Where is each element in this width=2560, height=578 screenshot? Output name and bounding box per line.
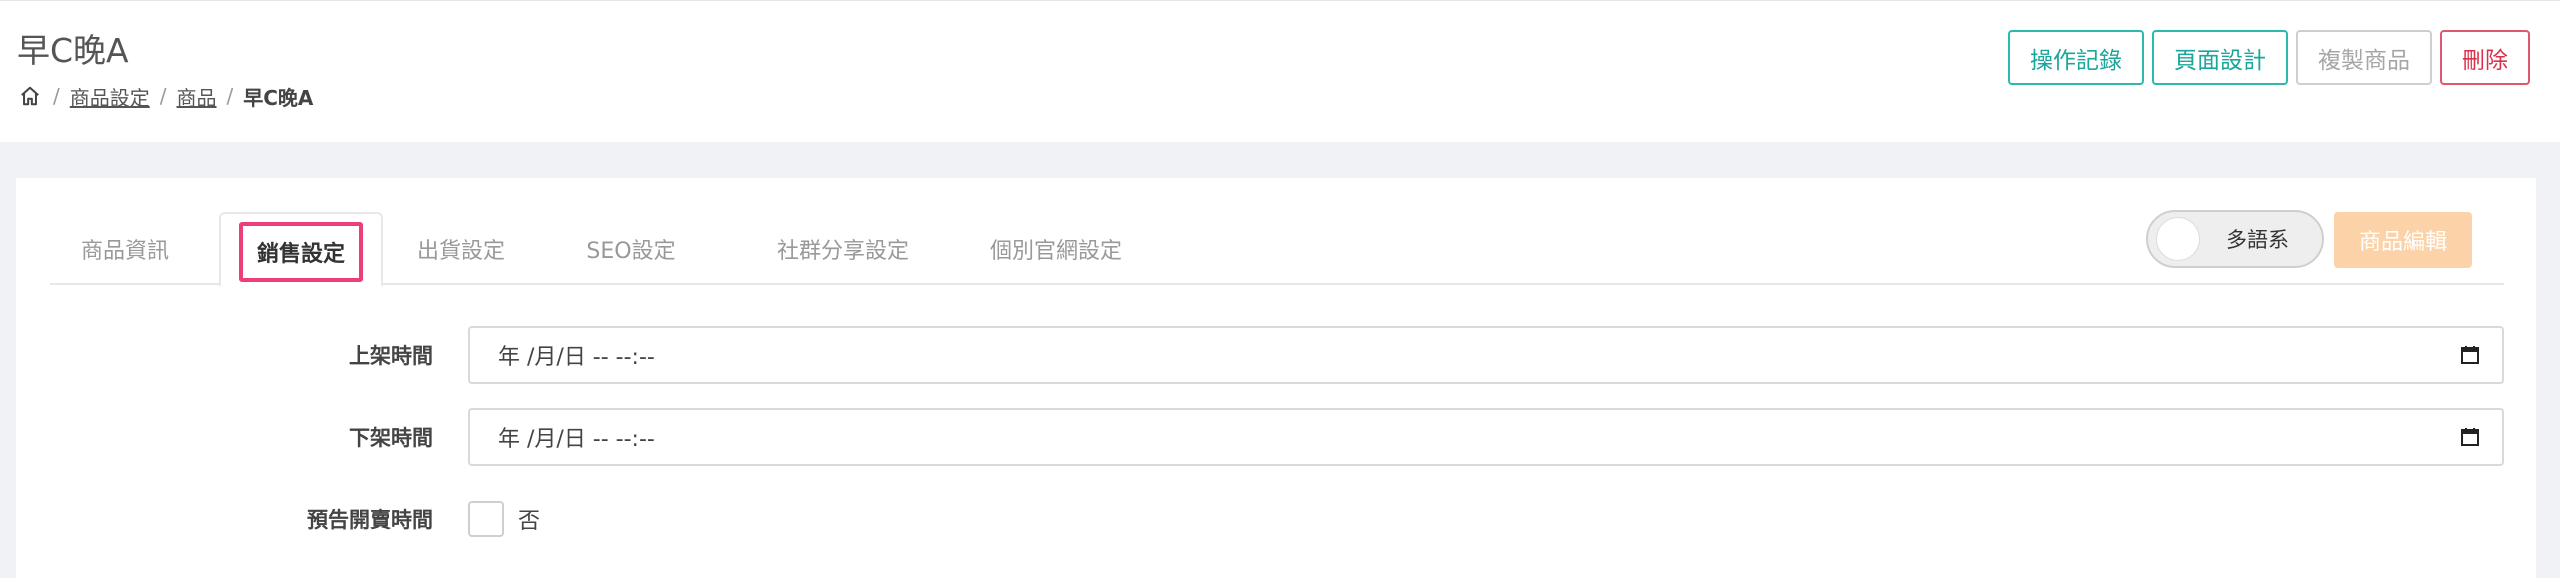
unpublish-time-value: 年 /月/日 -- --:-- xyxy=(498,427,655,452)
form-row-unpublish-time: 下架時間 年 /月/日 -- --:-- xyxy=(16,408,2536,466)
breadcrumb: / 商品設定 / 商品 / 早C晚A xyxy=(17,81,313,111)
tab-bar: 商品資訊 銷售設定 出貨設定 SEO設定 社群分享設定 個別官網設定 xyxy=(50,212,2504,287)
tab-label: SEO設定 xyxy=(586,238,676,264)
calendar-icon[interactable] xyxy=(2460,345,2480,365)
tab-shipping-settings[interactable]: 出貨設定 xyxy=(386,212,536,285)
tab-site-settings[interactable]: 個別官網設定 xyxy=(961,212,1151,285)
tab-product-info[interactable]: 商品資訊 xyxy=(50,212,200,285)
preorder-checkbox-label[interactable]: 否 xyxy=(518,503,540,535)
tab-label: 銷售設定 xyxy=(238,221,363,282)
form-row-publish-time: 上架時間 年 /月/日 -- --:-- xyxy=(16,326,2536,384)
breadcrumb-current: 早C晚A xyxy=(243,85,314,110)
page-title: 早C晚A xyxy=(17,31,129,70)
calendar-icon[interactable] xyxy=(2460,427,2480,447)
tab-seo-settings[interactable]: SEO設定 xyxy=(556,212,706,285)
history-button[interactable]: 操作記錄 xyxy=(2008,30,2144,85)
tab-label: 出貨設定 xyxy=(416,238,505,264)
tab-label: 個別官網設定 xyxy=(989,238,1122,264)
tab-social-share-settings[interactable]: 社群分享設定 xyxy=(748,212,938,285)
unpublish-time-input[interactable]: 年 /月/日 -- --:-- xyxy=(468,408,2504,466)
unpublish-time-label: 下架時間 xyxy=(349,426,433,450)
preorder-time-label: 預告開賣時間 xyxy=(307,508,433,532)
breadcrumb-product-settings[interactable]: 商品設定 xyxy=(70,82,150,111)
tab-sales-settings[interactable]: 銷售設定 xyxy=(219,212,383,287)
breadcrumb-products[interactable]: 商品 xyxy=(177,82,217,111)
delete-button[interactable]: 刪除 xyxy=(2440,30,2530,85)
header-actions: 操作記錄 頁面設計 複製商品 刪除 xyxy=(2008,30,2530,85)
home-icon[interactable] xyxy=(17,83,43,109)
publish-time-input[interactable]: 年 /月/日 -- --:-- xyxy=(468,326,2504,384)
page-design-button[interactable]: 頁面設計 xyxy=(2152,30,2288,85)
product-edit-button[interactable]: 商品編輯 xyxy=(2334,212,2472,268)
toggle-knob xyxy=(2156,217,2200,261)
form-row-preorder-time: 預告開賣時間 否 xyxy=(16,490,2536,548)
breadcrumb-separator: / xyxy=(53,84,60,108)
page-header: 早C晚A / 商品設定 / 商品 / 早C晚A 操作記錄 頁面設計 複製商品 刪… xyxy=(0,0,2560,142)
publish-time-label: 上架時間 xyxy=(349,344,433,368)
breadcrumb-separator: / xyxy=(226,84,234,108)
tab-label: 商品資訊 xyxy=(80,238,169,264)
copy-product-button[interactable]: 複製商品 xyxy=(2296,30,2432,85)
preorder-checkbox-group: 否 xyxy=(468,490,540,548)
multilanguage-toggle[interactable]: 多語系 xyxy=(2146,210,2324,268)
tab-label: 社群分享設定 xyxy=(776,238,909,264)
toggle-label: 多語系 xyxy=(2226,228,2289,252)
publish-time-value: 年 /月/日 -- --:-- xyxy=(498,345,655,370)
preorder-checkbox[interactable] xyxy=(468,501,504,537)
product-card: 商品資訊 銷售設定 出貨設定 SEO設定 社群分享設定 個別官網設定 多語系 商… xyxy=(16,178,2536,578)
breadcrumb-separator: / xyxy=(159,84,167,108)
